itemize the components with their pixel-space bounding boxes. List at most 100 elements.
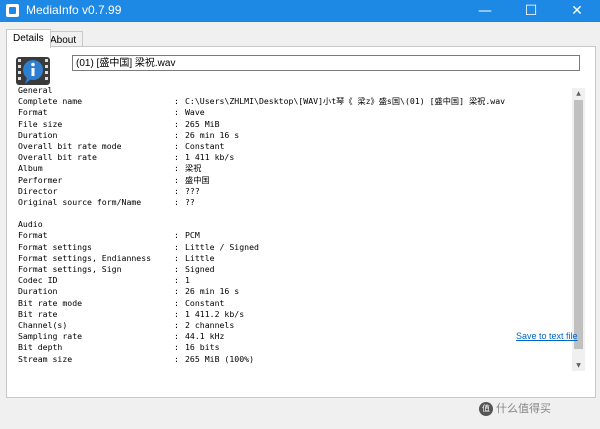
report-key: File size (18, 118, 63, 129)
report-colon: : (174, 241, 179, 252)
report-line: Format: Wave (10, 107, 572, 118)
report-value: Constant (185, 297, 225, 308)
report-key: Codec ID (18, 275, 58, 286)
report-key: Overall bit rate mode (18, 140, 122, 151)
report-value: 1 411.2 kb/s (185, 308, 245, 319)
report-value: 265 MiB (185, 118, 220, 129)
report-line: Format settings, Sign: Signed (10, 264, 572, 275)
report-colon: : (174, 163, 179, 174)
report-line: Format settings, Endianness: Little (10, 253, 572, 264)
report-line: Complete name: C:\Users\ZHLMI\Desktop\[WA… (10, 96, 572, 107)
report-value: 16 bits (185, 342, 220, 353)
report-line: Channel(s):2 channels (10, 320, 572, 331)
report-colon: : (174, 331, 179, 342)
scroll-thumb[interactable] (574, 100, 583, 349)
report-line: Format: PCM (10, 230, 572, 241)
app-icon[interactable] (6, 4, 19, 17)
report-key: Director (18, 185, 58, 196)
report-key: Duration (18, 286, 58, 297)
file-selector[interactable]: (01) [盛中国] 梁祝.wav (72, 55, 580, 71)
report-key: Format settings, Sign (18, 264, 122, 274)
report-value: 44.1 kHz (185, 331, 225, 342)
report-value: 1 (185, 275, 190, 286)
report-key: Format (18, 107, 48, 118)
report-line: Duration:26 min 16 s (10, 130, 572, 141)
report-value: 265 MiB (100%) (185, 353, 255, 364)
report-key: Bit rate mode (18, 297, 83, 308)
report-value: 1 411 kb/s (185, 152, 235, 163)
report-value: Constant (185, 140, 225, 151)
report-colon: : (174, 96, 179, 107)
save-to-text-file-link[interactable]: Save to text file (516, 331, 578, 341)
report-colon: : (174, 275, 179, 286)
report-key: Performer (18, 174, 63, 185)
report-line: Bit depth:16 bits (10, 342, 572, 353)
report-value: 梁祝 (185, 163, 202, 174)
report-colon: : (174, 342, 179, 353)
report-value: ?? (185, 196, 195, 207)
report-value: 2 channels (185, 319, 235, 330)
report-colon: : (174, 319, 179, 330)
report-line: Audio (10, 219, 572, 230)
report-colon: : (174, 264, 179, 274)
tab-details[interactable]: Details (6, 29, 51, 48)
report-colon: : (174, 297, 179, 308)
window-title: MediaInfo v0.7.99 (26, 3, 122, 17)
report-colon: : (174, 230, 179, 241)
minimize-button[interactable]: — (462, 0, 508, 22)
title-bar: MediaInfo v0.7.99 — ☐ ✕ (0, 0, 600, 22)
report-line: Performer: 盛中国 (10, 175, 572, 186)
report-text[interactable]: General Complete name: C:\Users\ZHLMI\Desk… (10, 85, 572, 370)
report-line: Overall bit rate mode: Constant (10, 141, 572, 152)
report-colon: : (174, 252, 179, 263)
scroll-up-arrow-icon[interactable]: ▲ (572, 88, 585, 99)
report-value: PCM (185, 230, 200, 241)
report-key: Duration (18, 129, 58, 140)
report-value: Wave (185, 107, 205, 118)
report-line: Bit rate mode: Constant (10, 298, 572, 309)
report-colon: : (174, 152, 179, 163)
watermark-logo-icon: 值 (479, 402, 493, 416)
scroll-down-arrow-icon[interactable]: ▼ (572, 360, 585, 371)
report-line: Format settings: Little / Signed (10, 242, 572, 253)
report-colon: : (174, 174, 179, 185)
report-line: Album: 梁祝 (10, 163, 572, 174)
report-value: C:\Users\ZHLMI\Desktop\[WAV]小t琴《 梁z》盛s国\… (185, 96, 506, 107)
details-panel: (01) [盛中国] 梁祝.wav General Complete name: C… (6, 46, 596, 398)
report-colon: : (174, 196, 179, 207)
report-key: Channel(s) (18, 319, 68, 330)
report-key: Stream size (18, 353, 73, 364)
watermark-text: 什么值得买 (496, 402, 551, 415)
report-line: Duration:26 min 16 s (10, 286, 572, 297)
report-value: 26 min 16 s (185, 129, 240, 140)
report-key: Format settings, Endianness (18, 252, 152, 263)
report-key: Bit depth (18, 342, 63, 353)
close-button[interactable]: ✕ (554, 0, 600, 22)
report-colon: : (174, 286, 179, 297)
report-colon: : (174, 107, 179, 118)
report-line (10, 208, 572, 219)
report-key: Format settings (18, 241, 92, 252)
report-line: Codec ID:1 (10, 275, 572, 286)
report-value: ??? (185, 185, 200, 196)
report-key: Bit rate (18, 308, 58, 319)
report-value: 盛中国 (185, 174, 210, 185)
report-line: Overall bit rate:1 411 kb/s (10, 152, 572, 163)
report-colon: : (174, 118, 179, 129)
maximize-button[interactable]: ☐ (508, 0, 554, 22)
mediainfo-icon (16, 57, 50, 85)
report-line: General (10, 85, 572, 96)
report-key: Complete name (18, 96, 83, 107)
report-key: Original source form/Name (18, 196, 142, 207)
report-key: Format (18, 230, 48, 241)
report-value: Little / Signed (185, 241, 259, 252)
report-colon: : (174, 185, 179, 196)
report-colon: : (174, 129, 179, 140)
report-line: File size:265 MiB (10, 119, 572, 130)
report-colon: : (174, 353, 179, 364)
report-key: General (18, 85, 53, 95)
vertical-scrollbar[interactable]: ▲ ▼ (572, 88, 585, 371)
report-key: Audio (18, 219, 43, 230)
report-line: Original source form/Name:?? (10, 197, 572, 208)
report-line: Sampling rate:44.1 kHz (10, 331, 572, 342)
